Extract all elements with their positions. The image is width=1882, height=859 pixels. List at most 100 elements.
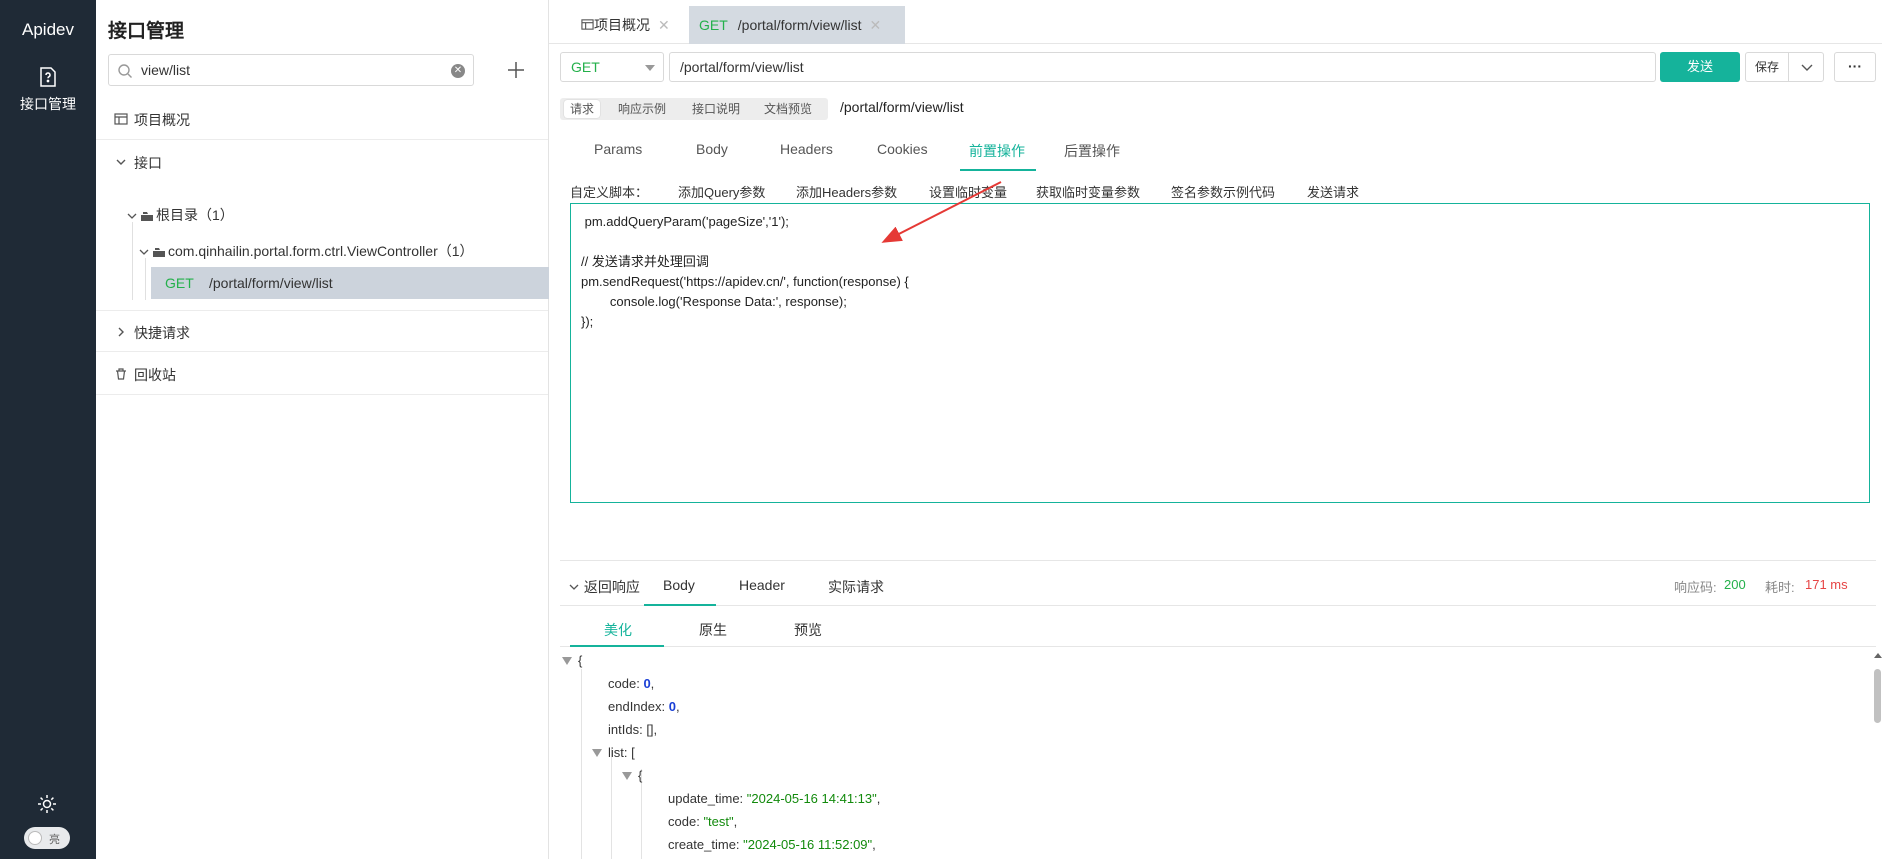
script-get-temp-var[interactable]: 获取临时变量参数	[1036, 182, 1140, 201]
api-sidebar: 接口管理 ✕ 项目概况 接口 根目录（1） com.qinhailin.port…	[96, 0, 549, 859]
sidebar-item-label: 回收站	[134, 367, 176, 383]
settings-gear-icon[interactable]	[36, 793, 58, 815]
active-tab-underline	[960, 169, 1036, 171]
tree-root-folder[interactable]: 根目录（1）	[126, 205, 234, 225]
nav-api-management[interactable]: 接口管理	[0, 66, 96, 114]
script-send-request[interactable]: 发送请求	[1307, 182, 1359, 201]
route-label: /portal/form/view/list	[840, 99, 964, 115]
tab-headers[interactable]: Headers	[780, 141, 833, 157]
resp-tab-body[interactable]: Body	[663, 577, 695, 593]
script-editor[interactable]: pm.addQueryParam('pageSize','1'); // 发送请…	[570, 203, 1870, 503]
sidebar-item-overview[interactable]: 项目概况	[96, 98, 548, 140]
active-tab-underline	[570, 645, 664, 647]
tab-body[interactable]: Body	[696, 141, 728, 157]
close-icon[interactable]: ✕	[658, 17, 670, 33]
subtab-response-example[interactable]: 响应示例	[612, 100, 672, 118]
elapsed-time-value: 171 ms	[1805, 577, 1848, 592]
json-scrollbar[interactable]	[1873, 651, 1882, 859]
tab-pre-request[interactable]: 前置操作	[969, 141, 1025, 161]
tab-api-view-list[interactable]: GET/portal/form/view/list ✕	[689, 6, 905, 44]
json-list-open[interactable]: list: [	[592, 745, 635, 760]
tree-leaf-api[interactable]: GET /portal/form/view/list	[151, 267, 549, 299]
sidebar-title: 接口管理	[108, 21, 185, 42]
folder-icon	[141, 212, 153, 222]
response-header: 返回响应 Body Header 实际请求 响应码: 200 耗时: 171 m…	[560, 561, 1876, 606]
view-tab-raw[interactable]: 原生	[699, 620, 727, 640]
send-button[interactable]: 发送	[1660, 52, 1740, 82]
collapse-triangle-icon[interactable]	[592, 749, 602, 757]
script-signature-sample[interactable]: 签名参数示例代码	[1171, 182, 1275, 201]
theme-toggle-label: 亮	[49, 834, 60, 846]
subtab-request[interactable]: 请求	[564, 100, 601, 118]
tree-guide-line	[145, 258, 146, 300]
json-line: create_time: "2024-05-16 11:52:09",	[668, 837, 876, 852]
response-panel: 返回响应 Body Header 实际请求 响应码: 200 耗时: 171 m…	[560, 560, 1882, 859]
more-button[interactable]: ···	[1834, 52, 1876, 82]
scroll-up-arrow-icon[interactable]	[1874, 653, 1882, 658]
save-dropdown-button[interactable]	[1788, 52, 1824, 82]
script-add-query[interactable]: 添加Query参数	[678, 182, 765, 201]
nav-label: 接口管理	[20, 96, 76, 112]
close-icon[interactable]: ✕	[869, 17, 881, 33]
script-label: 自定义脚本：	[570, 185, 649, 200]
status-code-label: 响应码:	[1674, 580, 1717, 595]
resp-tab-actual-request[interactable]: 实际请求	[828, 577, 884, 597]
json-line: endIndex: 0,	[608, 699, 680, 714]
tree-controller-label: com.qinhailin.portal.form.ctrl.ViewContr…	[168, 243, 474, 259]
trash-icon	[116, 368, 126, 380]
main-panel: 项目概况✕ GET/portal/form/view/list✕ GET 发送 …	[549, 0, 1882, 859]
subtab-api-description[interactable]: 接口说明	[686, 100, 746, 118]
request-tabs: Params Body Headers Cookies 前置操作 后置操作	[549, 130, 1882, 172]
sidebar-item-label: 快捷请求	[134, 325, 190, 341]
scroll-thumb[interactable]	[1874, 669, 1881, 723]
tree-controller-folder[interactable]: com.qinhailin.portal.form.ctrl.ViewContr…	[138, 241, 474, 261]
view-tab-preview[interactable]: 预览	[794, 620, 822, 640]
method-select[interactable]: GET	[560, 52, 664, 82]
tab-post-request[interactable]: 后置操作	[1064, 141, 1120, 161]
theme-toggle[interactable]: 亮	[24, 827, 70, 849]
request-view-tabs: 请求 响应示例 接口说明 文档预览	[560, 98, 828, 120]
status-code-value: 200	[1724, 577, 1746, 592]
chevron-right-icon	[118, 327, 124, 337]
response-toggle-label: 返回响应	[583, 579, 640, 595]
url-input[interactable]	[669, 52, 1656, 82]
leaf-path: /portal/form/view/list	[209, 275, 333, 291]
json-item-open[interactable]: {	[622, 768, 642, 783]
tab-cookies[interactable]: Cookies	[877, 141, 928, 157]
chevron-down-icon	[116, 159, 126, 165]
search-icon	[118, 64, 132, 78]
view-tab-pretty[interactable]: 美化	[604, 620, 632, 640]
clear-search-icon[interactable]: ✕	[451, 64, 465, 78]
collapse-triangle-icon[interactable]	[562, 657, 572, 665]
response-toggle[interactable]: 返回响应	[568, 577, 640, 597]
tab-params[interactable]: Params	[594, 141, 642, 157]
json-guide	[611, 747, 612, 859]
resp-tab-header[interactable]: Header	[739, 577, 785, 593]
api-doc-icon	[40, 67, 56, 87]
sidebar-item-label: 接口	[134, 155, 162, 171]
chevron-down-icon	[127, 213, 137, 220]
subtab-doc-preview[interactable]: 文档预览	[758, 100, 818, 118]
sidebar-item-quick-request[interactable]: 快捷请求	[96, 310, 548, 352]
chevron-down-icon	[645, 65, 655, 71]
chevron-down-icon	[139, 249, 149, 256]
json-line: code: 0,	[608, 676, 655, 691]
add-api-button[interactable]	[504, 58, 528, 82]
elapsed-time-label: 耗时:	[1765, 580, 1795, 595]
sidebar-item-api[interactable]: 接口	[96, 141, 548, 183]
script-add-headers[interactable]: 添加Headers参数	[796, 182, 897, 201]
tab-label: 项目概况	[594, 17, 650, 33]
script-set-temp-var[interactable]: 设置临时变量	[929, 182, 1007, 201]
save-button[interactable]: 保存	[1745, 52, 1789, 82]
sidebar-item-trash[interactable]: 回收站	[96, 353, 548, 395]
active-tab-underline	[644, 604, 716, 606]
response-view-tabs: 美化 原生 预览	[560, 607, 1876, 647]
method-value: GET	[571, 59, 600, 75]
collapse-triangle-icon[interactable]	[622, 772, 632, 780]
search-input[interactable]	[141, 59, 431, 81]
chevron-down-icon	[1801, 64, 1813, 71]
tab-project-overview[interactable]: 项目概况 ✕	[571, 6, 680, 44]
json-root-open[interactable]: {	[562, 653, 582, 668]
search-box: ✕	[108, 54, 474, 86]
json-line: intIds: [],	[608, 722, 658, 737]
